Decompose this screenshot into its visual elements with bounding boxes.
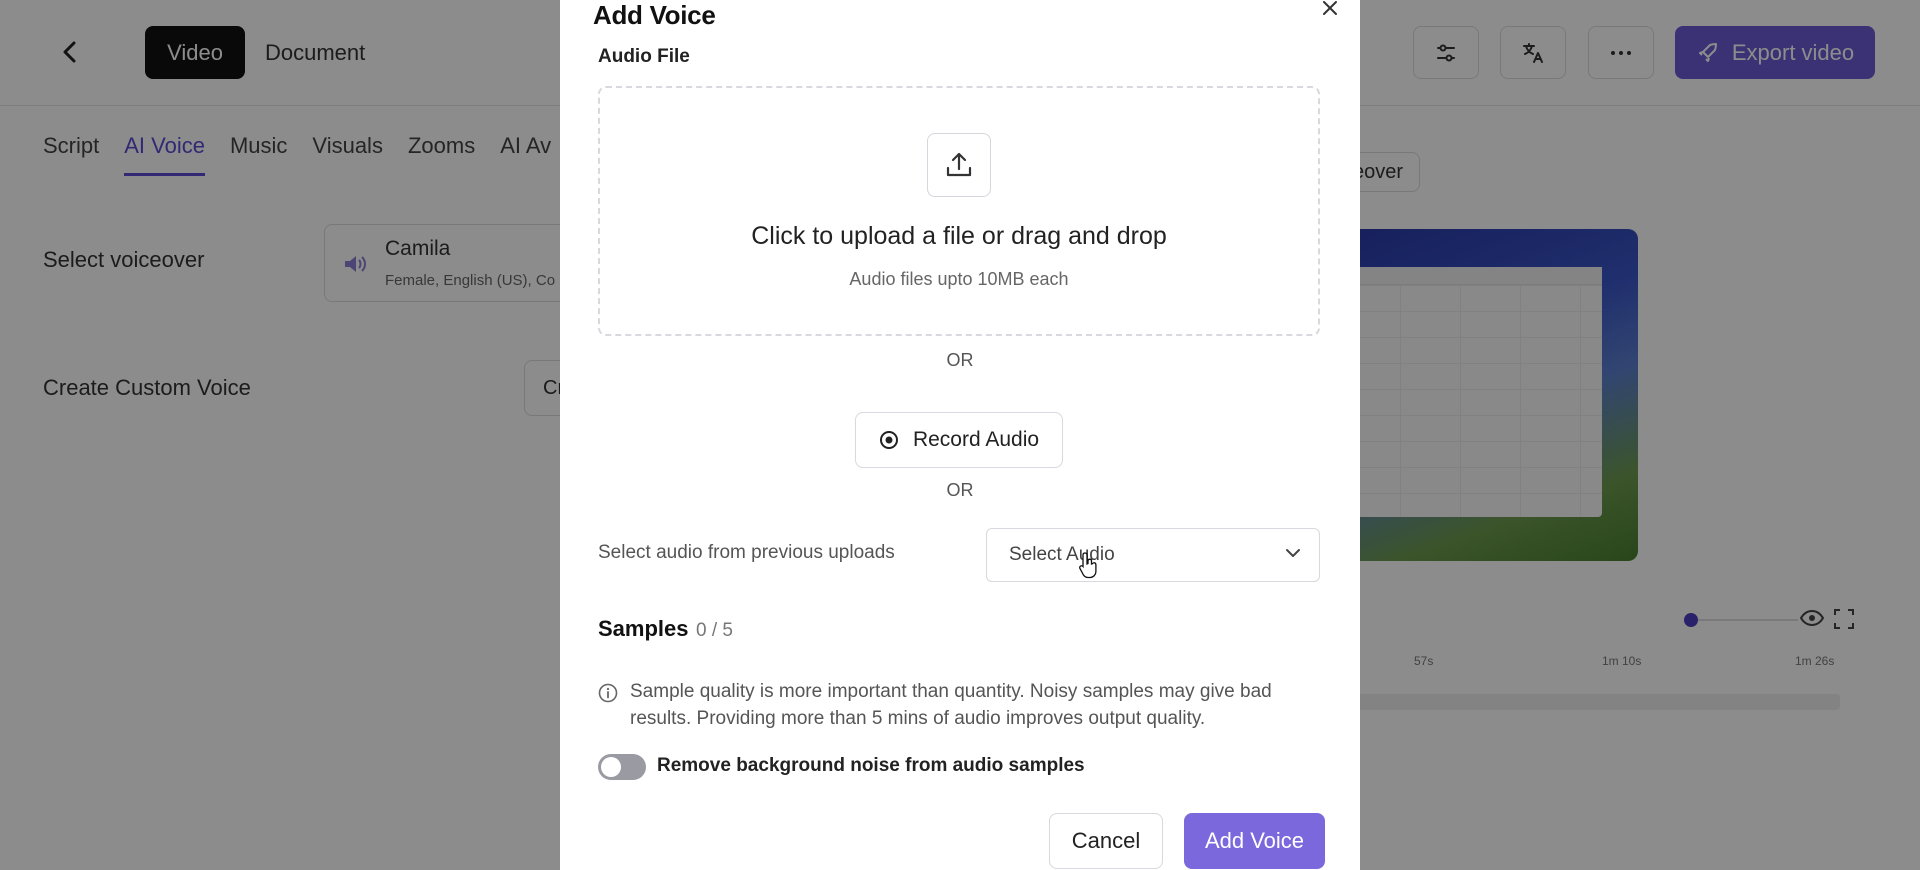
or-divider: OR	[946, 350, 974, 370]
close-icon	[1323, 1, 1337, 15]
cancel-button[interactable]: Cancel	[1049, 813, 1163, 869]
sample-quality-info: Sample quality is more important than qu…	[630, 681, 1272, 729]
noise-removal-label: Remove background noise from audio sampl…	[657, 755, 1085, 776]
record-icon	[879, 431, 898, 449]
upload-instruction: Click to upload a file or drag and drop	[751, 222, 1167, 250]
hand-cursor-icon	[1079, 552, 1097, 579]
upload-icon	[927, 133, 991, 197]
add-voice-modal: Add Voice Audio File Click to upload a f…	[560, 0, 1360, 870]
modal-title: Add Voice	[593, 0, 716, 30]
add-voice-button[interactable]: Add Voice	[1184, 813, 1325, 869]
samples-heading: Samples	[598, 616, 689, 641]
samples-count: 0 / 5	[696, 620, 733, 641]
or-divider: OR	[946, 480, 974, 500]
audio-file-label: Audio File	[598, 46, 690, 67]
chevron-down-icon	[1286, 549, 1300, 557]
upload-dropzone[interactable]: Click to upload a file or drag and drop …	[598, 86, 1320, 336]
info-icon	[598, 683, 618, 703]
upload-limit-text: Audio files upto 10MB each	[849, 269, 1069, 289]
close-button[interactable]	[1318, 0, 1342, 20]
previous-uploads-label: Select audio from previous uploads	[598, 542, 895, 563]
record-audio-label: Record Audio	[912, 428, 1040, 451]
record-audio-button[interactable]: Record Audio	[855, 412, 1063, 468]
toggle-knob	[601, 757, 621, 777]
noise-removal-toggle[interactable]	[598, 754, 646, 780]
select-audio-dropdown[interactable]: Select Audio	[986, 528, 1320, 582]
